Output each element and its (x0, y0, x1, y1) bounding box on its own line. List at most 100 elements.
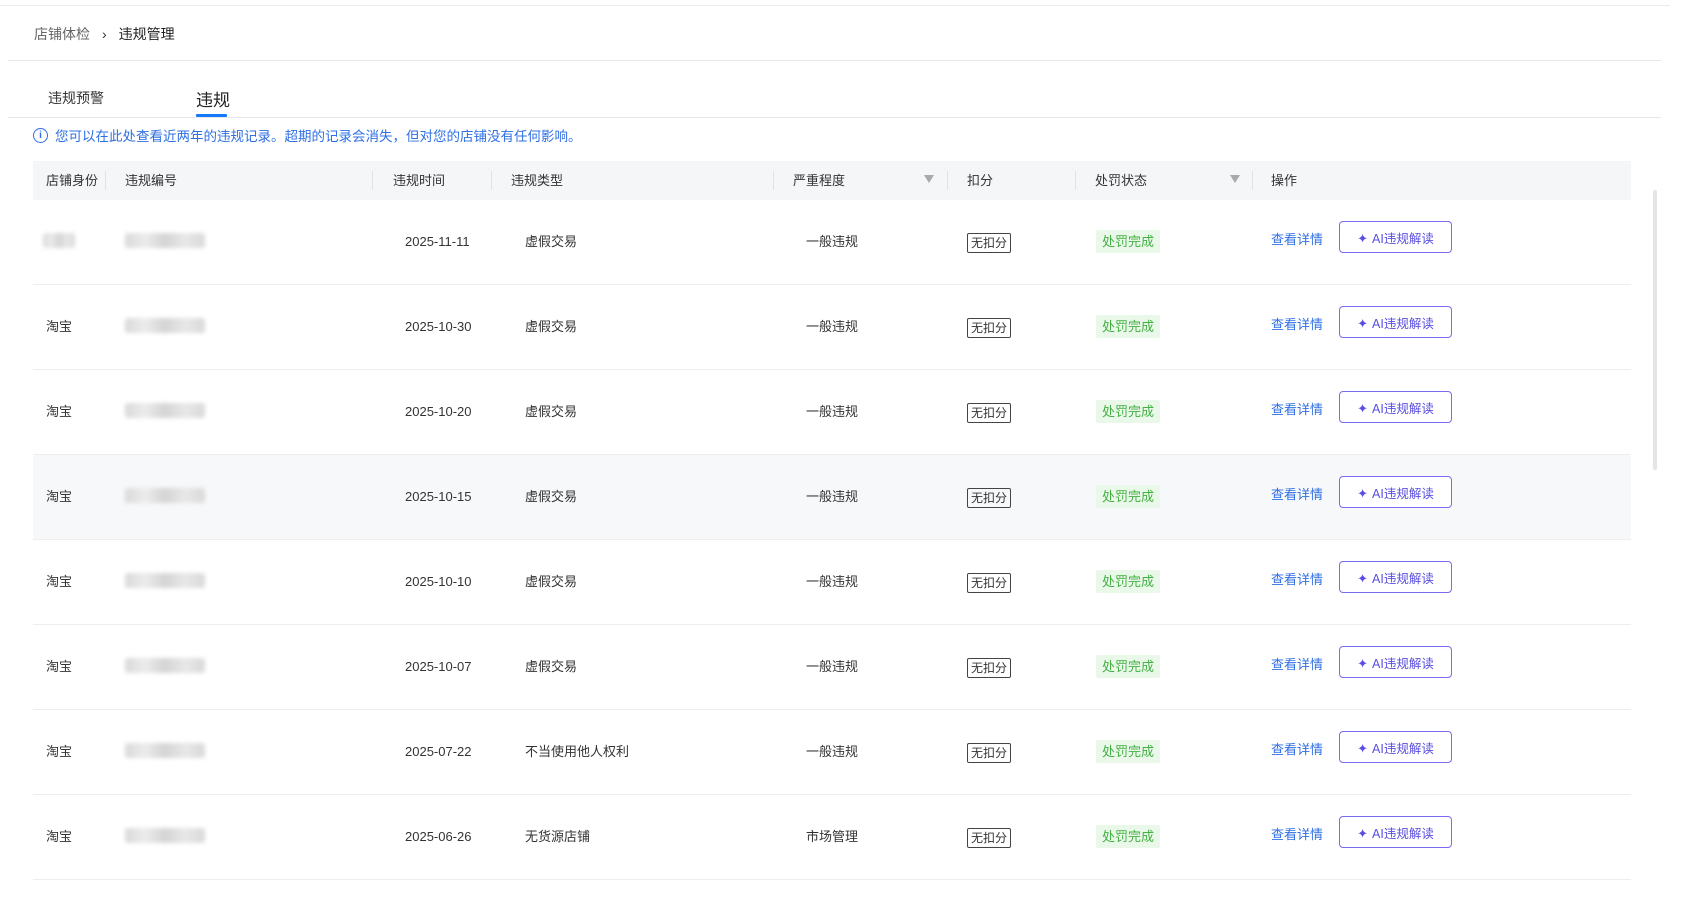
view-details-link[interactable]: 查看详情 (1271, 710, 1323, 794)
cell-severity: 一般违规 (806, 319, 859, 334)
ai-button-label: AI违规解读 (1372, 487, 1434, 501)
cell-time: 2025-10-20 (405, 404, 472, 419)
redacted-violation-number (125, 233, 205, 248)
redacted-violation-number (125, 403, 205, 418)
header-time: 违规时间 (393, 173, 446, 188)
ai-button-label: AI违规解读 (1372, 317, 1434, 331)
header-separator (372, 171, 373, 190)
severity-filter-icon[interactable] (924, 175, 934, 183)
violation-table: 店铺身份 违规编号 违规时间 违规类型 严重程度 扣分 处罚状态 操作 2025… (33, 161, 1631, 880)
score-badge: 无扣分 (967, 488, 1012, 508)
cell-type: 虚假交易 (525, 659, 578, 674)
ai-button-label: AI违规解读 (1372, 572, 1434, 586)
scrollbar[interactable] (1653, 190, 1657, 470)
top-divider (0, 5, 1670, 6)
view-details-link[interactable]: 查看详情 (1271, 540, 1323, 624)
ai-button-label: AI违规解读 (1372, 232, 1434, 246)
cell-identity: 淘宝 (46, 659, 73, 674)
table-row: 淘宝 2025-10-30 虚假交易 一般违规 无扣分 处罚完成 查看详情 ✦ AI违规解读 (33, 285, 1631, 370)
table-row: 2025-11-11 虚假交易 一般违规 无扣分 处罚完成 查看详情 ✦ AI违规解读 (33, 200, 1631, 285)
table-body: 2025-11-11 虚假交易 一般违规 无扣分 处罚完成 查看详情 ✦ AI违规解读 淘宝 20… (33, 200, 1631, 880)
redacted-violation-number (125, 743, 205, 758)
breadcrumb-divider (8, 60, 1661, 61)
redacted-violation-number (125, 658, 205, 673)
status-badge: 处罚完成 (1096, 740, 1161, 763)
cell-type: 无货源店铺 (525, 829, 591, 844)
sparkle-icon: ✦ (1357, 571, 1369, 586)
view-details-link[interactable]: 查看详情 (1271, 370, 1323, 454)
ai-interpret-button[interactable]: ✦ AI违规解读 (1339, 816, 1452, 848)
sparkle-icon: ✦ (1357, 231, 1369, 246)
table-row: 淘宝 2025-07-22 不当使用他人权利 一般违规 无扣分 处罚完成 查看详情 ✦ AI违规… (33, 710, 1631, 795)
sparkle-icon: ✦ (1357, 656, 1369, 671)
cell-severity: 一般违规 (806, 574, 859, 589)
status-badge: 处罚完成 (1096, 570, 1161, 593)
table-row: 淘宝 2025-10-07 虚假交易 一般违规 无扣分 处罚完成 查看详情 ✦ AI违规解读 (33, 625, 1631, 710)
tab-violation[interactable]: 违规 (196, 86, 230, 111)
view-details-link[interactable]: 查看详情 (1271, 625, 1323, 709)
cell-identity: 淘宝 (46, 744, 73, 759)
cell-time: 2025-10-15 (405, 489, 472, 504)
ai-interpret-button[interactable]: ✦ AI违规解读 (1339, 391, 1452, 423)
score-badge: 无扣分 (967, 233, 1012, 253)
ai-button-label: AI违规解读 (1372, 742, 1434, 756)
sparkle-icon: ✦ (1357, 741, 1369, 756)
table-header: 店铺身份 违规编号 违规时间 违规类型 严重程度 扣分 处罚状态 操作 (33, 161, 1631, 200)
ai-interpret-button[interactable]: ✦ AI违规解读 (1339, 476, 1452, 508)
ai-interpret-button[interactable]: ✦ AI违规解读 (1339, 731, 1452, 763)
cell-time: 2025-10-07 (405, 659, 472, 674)
breadcrumb-root[interactable]: 店铺体检 (34, 24, 90, 44)
cell-identity: 淘宝 (46, 829, 73, 844)
cell-severity: 一般违规 (806, 659, 859, 674)
cell-identity: 淘宝 (46, 574, 73, 589)
header-identity: 店铺身份 (46, 173, 99, 188)
breadcrumb-current: 违规管理 (118, 26, 175, 42)
cell-identity: 淘宝 (46, 404, 73, 419)
breadcrumb: 店铺体检 › 违规管理 (34, 24, 175, 44)
header-separator (773, 171, 774, 190)
header-separator (105, 171, 106, 190)
ai-interpret-button[interactable]: ✦ AI违规解读 (1339, 221, 1452, 253)
cell-type: 虚假交易 (525, 234, 578, 249)
ai-button-label: AI违规解读 (1372, 402, 1434, 416)
cell-time: 2025-10-10 (405, 574, 472, 589)
score-badge: 无扣分 (967, 318, 1012, 338)
view-details-link[interactable]: 查看详情 (1271, 795, 1323, 879)
cell-identity: 淘宝 (46, 319, 73, 334)
view-details-link[interactable]: 查看详情 (1271, 200, 1323, 284)
ai-button-label: AI违规解读 (1372, 657, 1434, 671)
table-row: 淘宝 2025-10-10 虚假交易 一般违规 无扣分 处罚完成 查看详情 ✦ AI违规解读 (33, 540, 1631, 625)
table-row: 淘宝 2025-10-20 虚假交易 一般违规 无扣分 处罚完成 查看详情 ✦ AI违规解读 (33, 370, 1631, 455)
cell-severity: 一般违规 (806, 234, 859, 249)
header-separator (947, 171, 948, 190)
cell-time: 2025-11-11 (405, 234, 470, 249)
ai-interpret-button[interactable]: ✦ AI违规解读 (1339, 306, 1452, 338)
header-action: 操作 (1271, 173, 1298, 188)
header-type: 违规类型 (511, 173, 564, 188)
ai-interpret-button[interactable]: ✦ AI违规解读 (1339, 561, 1452, 593)
sparkle-icon: ✦ (1357, 826, 1369, 841)
notice-banner: i 您可以在此处查看近两年的违规记录。超期的记录会消失，但对您的店铺没有任何影响… (33, 125, 582, 145)
status-filter-icon[interactable] (1230, 175, 1240, 183)
notice-text: 您可以在此处查看近两年的违规记录。超期的记录会消失，但对您的店铺没有任何影响。 (55, 129, 582, 144)
view-details-link[interactable]: 查看详情 (1271, 285, 1323, 369)
header-separator (1252, 171, 1253, 190)
sparkle-icon: ✦ (1357, 486, 1369, 501)
ai-interpret-button[interactable]: ✦ AI违规解读 (1339, 646, 1452, 678)
score-badge: 无扣分 (967, 573, 1012, 593)
redacted-identity (43, 233, 75, 248)
info-icon: i (33, 127, 48, 143)
score-badge: 无扣分 (967, 743, 1012, 763)
header-score: 扣分 (967, 173, 994, 188)
ai-button-label: AI违规解读 (1372, 827, 1434, 841)
view-details-link[interactable]: 查看详情 (1271, 455, 1323, 539)
cell-severity: 一般违规 (806, 404, 859, 419)
score-badge: 无扣分 (967, 403, 1012, 423)
sparkle-icon: ✦ (1357, 401, 1369, 416)
cell-type: 虚假交易 (525, 489, 578, 504)
status-badge: 处罚完成 (1096, 825, 1161, 848)
status-badge: 处罚完成 (1096, 315, 1161, 338)
redacted-violation-number (125, 318, 205, 333)
status-badge: 处罚完成 (1096, 655, 1161, 678)
tab-violation-warning[interactable]: 违规预警 (48, 88, 104, 108)
